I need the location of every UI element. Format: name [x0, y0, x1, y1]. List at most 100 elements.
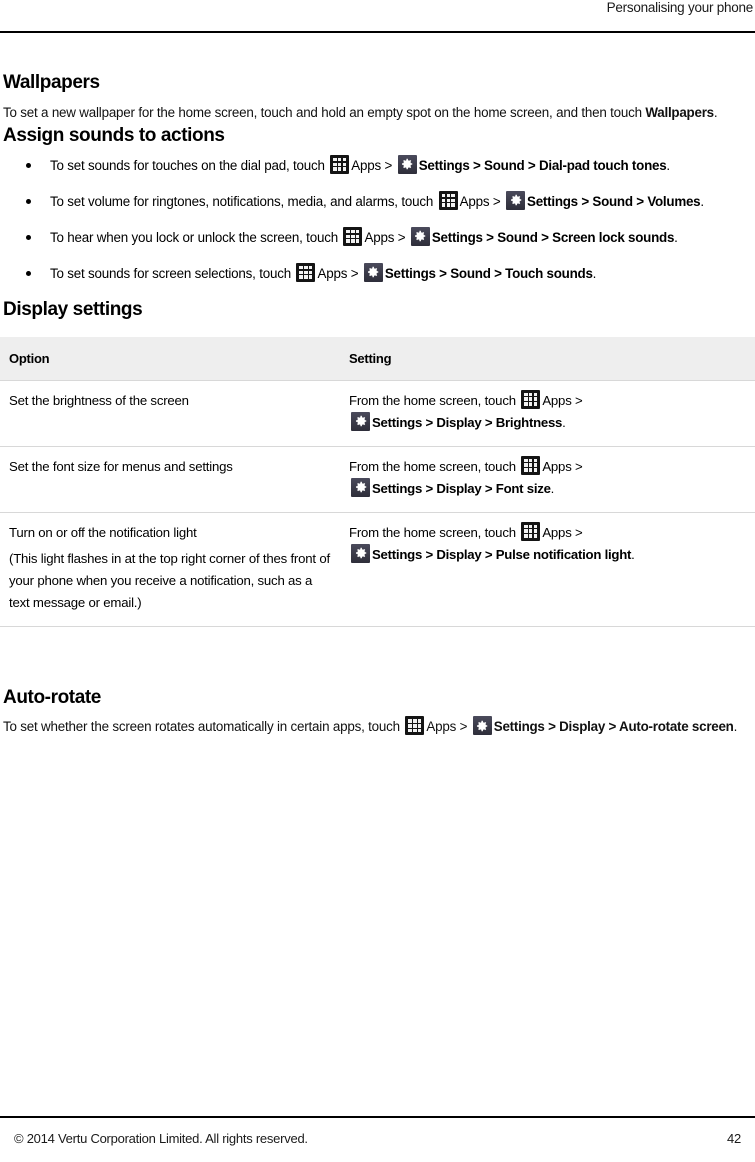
separator: > [435, 265, 451, 281]
separator: > [571, 392, 583, 408]
running-header: Personalising your phone [606, 0, 754, 15]
header-divider [0, 31, 755, 33]
path-segment-1: Sound [592, 193, 633, 209]
table-cell-option: Set the brightness of the screen [0, 380, 340, 447]
heading-assign-sounds: Assign sounds to actions [3, 124, 225, 146]
auto-rotate-lead-text: To set whether the screen rotates automa… [3, 719, 404, 735]
bullet-dot-icon [26, 198, 31, 204]
apps-icon [438, 190, 458, 210]
separator: > [422, 480, 437, 496]
apps-label: Apps [351, 157, 382, 173]
wallpapers-text-lead: To set a new wallpaper for the home scre… [3, 104, 646, 120]
apps-icon [521, 389, 541, 409]
copyright-notice: © 2014 Vertu Corporation Limited. All ri… [14, 1131, 308, 1146]
sentence-end: . [700, 193, 704, 209]
settings-gear-icon [351, 543, 370, 563]
settings-label: Settings [493, 719, 545, 735]
path-segment-2: Pulse notification light [495, 546, 632, 562]
option-text: Set the brightness of the screen [9, 392, 189, 408]
option-text: Turn on or off the notification light [9, 524, 197, 540]
document-page: Personalising your phone Wallpapers To s… [0, 0, 755, 1162]
path-segment-1: Display [436, 546, 482, 562]
page-footer: © 2014 Vertu Corporation Limited. All ri… [14, 1131, 741, 1146]
separator: > [577, 193, 593, 209]
display-settings-table: Option Setting Set the brightness of the… [0, 336, 755, 627]
path-segment-1: Display [436, 480, 482, 496]
table-cell-setting: From the home screen, touch Apps > Setti… [340, 512, 755, 627]
bullet-lead-text: To set sounds for screen selections, tou… [50, 265, 295, 281]
sentence-end: . [674, 229, 678, 245]
table-cell-setting: From the home screen, touch Apps > Setti… [340, 446, 755, 513]
table-row: Set the brightness of the screen From th… [0, 380, 755, 447]
path-segment-2: Font size [495, 480, 551, 496]
path-segment-2: Auto-rotate screen [619, 719, 734, 735]
settings-label: Settings [384, 265, 436, 281]
column-header-option: Option [0, 336, 340, 381]
path-segment-1: Sound [450, 265, 491, 281]
apps-label: Apps [459, 193, 490, 209]
separator: > [456, 719, 471, 735]
page-number: 42 [727, 1131, 741, 1146]
apps-label: Apps [542, 392, 572, 408]
table-cell-setting: From the home screen, touch Apps > Setti… [340, 380, 755, 447]
separator: > [422, 546, 437, 562]
separator: > [537, 229, 553, 245]
separator: > [490, 265, 506, 281]
apps-icon [343, 226, 363, 246]
sentence-end: . [631, 546, 635, 562]
page-content: Wallpapers To set a new wallpaper for th… [0, 72, 755, 739]
apps-label: Apps [542, 458, 572, 474]
settings-gear-icon [506, 190, 526, 210]
sentence-end: . [562, 414, 566, 430]
heading-display-settings: Display settings [3, 298, 143, 320]
paragraph-auto-rotate: To set whether the screen rotates automa… [3, 716, 753, 737]
separator: > [481, 546, 496, 562]
apps-label: Apps [542, 524, 572, 540]
separator: > [482, 229, 498, 245]
apps-icon [405, 716, 425, 736]
setting-lead-text: From the home screen, touch [349, 524, 520, 540]
path-segment-1: Display [436, 414, 482, 430]
bullet-lead-text: To set volume for ringtones, notificatio… [50, 193, 437, 209]
separator: > [524, 157, 539, 173]
assign-sounds-list: To set sounds for touches on the dial pa… [3, 154, 753, 285]
apps-icon [521, 521, 541, 541]
setting-lead-text: From the home screen, touch [349, 458, 520, 474]
table-row: Turn on or off the notification light (T… [0, 512, 755, 627]
settings-label: Settings [372, 414, 423, 430]
bullet-lead-text: To set sounds for touches on the dial pa… [50, 157, 329, 173]
settings-gear-icon [410, 226, 430, 246]
list-item: To set volume for ringtones, notificatio… [3, 190, 753, 213]
settings-gear-icon [472, 716, 492, 736]
separator: > [422, 414, 437, 430]
separator: > [489, 193, 505, 209]
path-segment-2: Brightness [495, 414, 563, 430]
table-header-row: Option Setting [0, 336, 755, 381]
sentence-end: . [733, 719, 738, 735]
settings-label: Settings [372, 480, 423, 496]
path-segment-1: Sound [484, 157, 525, 173]
settings-gear-icon [363, 262, 383, 282]
sentence-end: . [666, 157, 670, 173]
path-segment-1: Sound [497, 229, 538, 245]
apps-icon [521, 455, 541, 475]
bullet-lead-text: To hear when you lock or unlock the scre… [50, 229, 342, 245]
path-segment-2: Dial-pad touch tones [538, 157, 667, 173]
list-item: To hear when you lock or unlock the scre… [3, 226, 753, 249]
wallpapers-text-end: . [713, 104, 718, 120]
bullet-dot-icon [26, 162, 31, 168]
separator: > [544, 719, 560, 735]
settings-label: Settings [372, 546, 423, 562]
table-cell-option: Turn on or off the notification light (T… [0, 512, 340, 627]
path-segment-2: Volumes [647, 193, 701, 209]
heading-wallpapers: Wallpapers [3, 72, 100, 93]
apps-label: Apps [364, 229, 395, 245]
settings-gear-icon [351, 411, 370, 431]
option-text: Set the font size for menus and settings [9, 458, 233, 474]
apps-label: Apps [426, 719, 457, 735]
bullet-dot-icon [26, 270, 31, 276]
wallpapers-bold-term: Wallpapers [645, 104, 714, 120]
settings-label: Settings [431, 229, 483, 245]
column-header-setting: Setting [340, 336, 755, 381]
separator: > [571, 524, 583, 540]
